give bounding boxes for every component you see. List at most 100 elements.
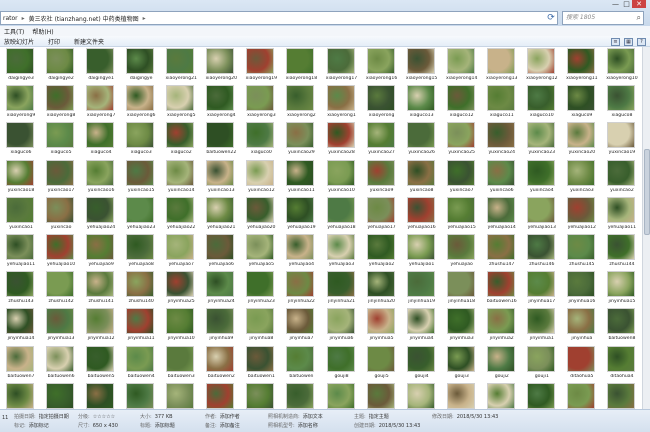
- image-thumbnail[interactable]: [606, 308, 635, 335]
- file-thumbnail-item[interactable]: xiaoyerong14: [442, 48, 481, 85]
- search-input[interactable]: 搜索 1805 ⌕: [562, 11, 644, 25]
- detail-field[interactable]: 标题: 添加标题: [140, 422, 175, 429]
- image-thumbnail[interactable]: [526, 122, 555, 149]
- image-thumbnail[interactable]: [166, 271, 195, 298]
- file-thumbnail-item[interactable]: yehuajiao2: [362, 234, 401, 271]
- file-thumbnail-item[interactable]: yuxincao7: [442, 159, 481, 197]
- close-button[interactable]: ✕: [632, 0, 646, 8]
- image-thumbnail[interactable]: [246, 271, 275, 298]
- image-thumbnail[interactable]: [606, 345, 635, 372]
- file-thumbnail-item[interactable]: yuxincao8: [402, 159, 441, 197]
- file-thumbnail-item[interactable]: yuxincao24: [482, 122, 521, 159]
- chevron-right-icon[interactable]: ▸: [22, 15, 25, 22]
- detail-field[interactable]: 作者: 添加作者: [205, 413, 240, 420]
- image-thumbnail[interactable]: [366, 48, 395, 74]
- file-thumbnail-item[interactable]: yehuajiao20: [241, 196, 280, 234]
- vertical-scrollbar[interactable]: [642, 47, 650, 409]
- file-thumbnail-item[interactable]: jinyinhua13: [41, 308, 80, 345]
- file-thumbnail-item[interactable]: yehuajiao11: [1, 234, 40, 271]
- file-thumbnail-item[interactable]: jinyinhua10: [161, 308, 200, 345]
- help-icon[interactable]: ?: [637, 37, 646, 46]
- file-thumbnail-item[interactable]: baituowen6: [41, 345, 80, 383]
- file-thumbnail-item[interactable]: yuxincao19: [602, 122, 641, 159]
- file-thumbnail-item[interactable]: yuxincao6: [482, 159, 521, 197]
- image-thumbnail[interactable]: [126, 382, 155, 409]
- file-thumbnail-item[interactable]: yuxincao11: [281, 159, 320, 197]
- file-thumbnail-item[interactable]: jinyinhua12: [81, 308, 120, 345]
- detail-value[interactable]: 添加标记: [29, 423, 49, 429]
- file-thumbnail-item[interactable]: jinyinhua22: [281, 271, 320, 308]
- image-thumbnail[interactable]: [566, 196, 595, 223]
- image-thumbnail[interactable]: [446, 85, 475, 112]
- file-thumbnail-item[interactable]: xiaoyerong6: [121, 85, 160, 122]
- file-thumbnail-item[interactable]: zhushu144: [602, 234, 641, 271]
- file-thumbnail-item[interactable]: yuxincao1: [1, 196, 40, 234]
- image-thumbnail[interactable]: [486, 122, 515, 149]
- image-thumbnail[interactable]: [246, 85, 275, 112]
- detail-value[interactable]: 添加备注: [220, 423, 240, 429]
- image-thumbnail[interactable]: [526, 308, 555, 335]
- file-thumbnail-item[interactable]: [201, 382, 240, 409]
- image-thumbnail[interactable]: [366, 345, 395, 372]
- file-thumbnail-item[interactable]: baituowen5: [81, 345, 120, 383]
- file-thumbnail-item[interactable]: yuxincao3: [562, 159, 601, 197]
- file-thumbnail-item[interactable]: yehuajiao5: [241, 234, 280, 271]
- file-thumbnail-item[interactable]: yuxincao13: [201, 159, 240, 197]
- file-thumbnail-item[interactable]: yehuajiao4: [281, 234, 320, 271]
- file-thumbnail-item[interactable]: yuxincao: [41, 196, 80, 234]
- maximize-button[interactable]: □: [621, 0, 632, 8]
- file-thumbnail-item[interactable]: baituowen1: [241, 345, 280, 383]
- image-thumbnail[interactable]: [366, 234, 395, 260]
- file-thumbnail-item[interactable]: yehuajiao18: [322, 196, 361, 234]
- image-thumbnail[interactable]: [366, 159, 395, 186]
- image-thumbnail[interactable]: [406, 85, 435, 112]
- image-thumbnail[interactable]: [406, 271, 435, 298]
- file-thumbnail-item[interactable]: [482, 382, 521, 409]
- file-thumbnail-item[interactable]: yehuajiao: [442, 234, 481, 271]
- image-thumbnail[interactable]: [486, 271, 515, 298]
- image-thumbnail[interactable]: [446, 48, 475, 74]
- file-thumbnail-item[interactable]: gouji5: [362, 345, 401, 383]
- image-thumbnail[interactable]: [606, 122, 635, 149]
- image-thumbnail[interactable]: [86, 122, 115, 149]
- image-thumbnail[interactable]: [126, 345, 155, 372]
- image-thumbnail[interactable]: [126, 196, 155, 223]
- file-thumbnail-item[interactable]: jinyinhua9: [201, 308, 240, 345]
- file-thumbnail-item[interactable]: daigingye1: [81, 48, 120, 85]
- image-thumbnail[interactable]: [126, 271, 155, 298]
- file-thumbnail-item[interactable]: yuxincao4: [522, 159, 561, 197]
- scrollbar-thumb[interactable]: [644, 149, 650, 235]
- file-thumbnail-item[interactable]: baituowen7: [1, 345, 40, 383]
- image-thumbnail[interactable]: [206, 159, 235, 186]
- image-thumbnail[interactable]: [246, 196, 275, 223]
- file-thumbnail-item[interactable]: [322, 382, 361, 409]
- file-thumbnail-item[interactable]: jinyinhua1: [522, 308, 561, 345]
- menu-help[interactable]: 帮助(H): [32, 27, 53, 36]
- file-thumbnail-item[interactable]: jinyinhua19: [402, 271, 441, 308]
- image-thumbnail[interactable]: [286, 271, 315, 298]
- image-thumbnail[interactable]: [446, 345, 475, 372]
- image-thumbnail[interactable]: [246, 382, 275, 409]
- image-thumbnail[interactable]: [46, 271, 75, 298]
- file-thumbnail-item[interactable]: gouji1: [522, 345, 561, 383]
- file-thumbnail-item[interactable]: yuxincao2: [602, 159, 641, 197]
- file-thumbnail-item[interactable]: yuxincao20: [562, 122, 601, 159]
- file-thumbnail-item[interactable]: xiaoyerong10: [602, 48, 641, 85]
- image-thumbnail[interactable]: [46, 308, 75, 335]
- image-thumbnail[interactable]: [286, 382, 315, 409]
- image-thumbnail[interactable]: [86, 308, 115, 335]
- image-thumbnail[interactable]: [166, 345, 195, 372]
- file-thumbnail-item[interactable]: [442, 382, 481, 409]
- file-thumbnail-item[interactable]: zhushu141: [81, 271, 120, 308]
- file-thumbnail-item[interactable]: ditaohua5: [562, 345, 601, 383]
- detail-value[interactable]: 添加标题: [155, 423, 175, 429]
- file-thumbnail-item[interactable]: [402, 382, 441, 409]
- file-thumbnail-item[interactable]: yehuajiao15: [442, 196, 481, 234]
- file-thumbnail-item[interactable]: jinyinhua8: [241, 308, 280, 345]
- file-thumbnail-item[interactable]: xiaoyerong16: [362, 48, 401, 85]
- image-thumbnail[interactable]: [446, 159, 475, 186]
- image-thumbnail[interactable]: [566, 345, 595, 372]
- file-thumbnail-item[interactable]: xiaguco2: [161, 122, 200, 159]
- image-thumbnail[interactable]: [486, 196, 515, 223]
- image-thumbnail[interactable]: [366, 271, 395, 298]
